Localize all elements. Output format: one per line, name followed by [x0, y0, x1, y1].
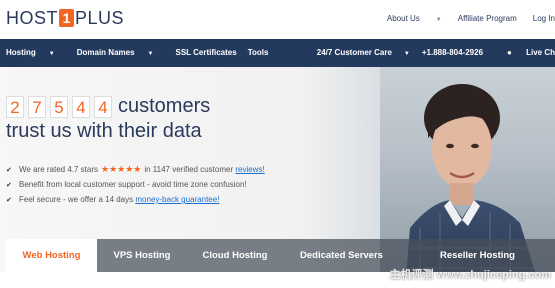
chat-icon: ● [507, 48, 515, 57]
logo-box: 1 [59, 9, 75, 27]
support-text: Benefit from local customer support - av… [19, 180, 247, 189]
top-links: About Us ▼ Affiliate Program Log In [355, 14, 555, 23]
top-bar: HOST 1 PLUS About Us ▼ Affiliate Program … [0, 0, 555, 39]
nav-domains[interactable]: Domain Names ▼ [77, 48, 165, 57]
nav-domains-label: Domain Names [76, 48, 135, 57]
guarantee-text: Feel secure - we offer a 14 days [19, 195, 134, 204]
tab-vps-hosting[interactable]: VPS Hosting [97, 239, 187, 272]
counter-digit: 2 [6, 95, 24, 118]
rating-count-text: in 1147 verified customer [144, 165, 234, 174]
hero-headline-line2: trust us with their data [6, 120, 202, 142]
counter-digit: 5 [50, 95, 68, 118]
hero-headline-word: customers [118, 95, 211, 117]
main-nav: Hosting ▼ Domain Names ▼ SSL Certificates … [0, 39, 555, 67]
benefit-list: ✔ We are rated 4.7 stars ★★★★★ in 1147 v… [6, 162, 265, 207]
logo-text-plus: PLUS [75, 7, 125, 28]
nav-ssl[interactable]: SSL Certificates [175, 48, 236, 57]
chevron-down-icon: ▼ [403, 51, 410, 57]
nav-chat-label: Live Ch [526, 48, 555, 57]
check-icon: ✔ [6, 196, 12, 204]
watermark: 主机评测 www.zhujiceping.com [389, 269, 551, 281]
chevron-down-icon: ▼ [435, 17, 442, 23]
counter-digit: 4 [94, 95, 112, 118]
benefit-support: ✔ Benefit from local customer support - … [6, 177, 265, 192]
customer-counter: 2 7 5 4 4 customers [6, 95, 210, 118]
tab-web-hosting[interactable]: Web Hosting [6, 239, 97, 272]
nav-tools[interactable]: Tools [248, 48, 269, 57]
about-us-label: About Us [386, 14, 420, 23]
reviews-link[interactable]: reviews! [235, 165, 264, 174]
tab-cloud-hosting[interactable]: Cloud Hosting [187, 239, 283, 272]
nav-hosting-label: Hosting [6, 48, 36, 57]
benefit-guarantee: ✔ Feel secure - we offer a 14 days money… [6, 192, 265, 207]
check-icon: ✔ [6, 181, 12, 189]
tab-dedicated-servers[interactable]: Dedicated Servers [283, 239, 400, 272]
star-rating-icon: ★★★★★ [101, 164, 142, 174]
login-link[interactable]: Log In [533, 14, 555, 23]
nav-care-label: 24/7 Customer Care [316, 48, 392, 57]
affiliate-link[interactable]: Affiliate Program [458, 14, 517, 23]
nav-hosting[interactable]: Hosting ▼ [6, 48, 66, 57]
chevron-down-icon: ▼ [147, 51, 154, 57]
about-us-link[interactable]: About Us ▼ [371, 14, 442, 23]
rating-text: We are rated 4.7 stars [19, 165, 98, 174]
nav-phone[interactable]: +1.888-804-2926 [422, 48, 483, 57]
counter-digit: 7 [28, 95, 46, 118]
nav-customer-care[interactable]: 24/7 Customer Care ▼ [305, 48, 410, 57]
logo[interactable]: HOST 1 PLUS [6, 8, 124, 28]
benefit-rating: ✔ We are rated 4.7 stars ★★★★★ in 1147 v… [6, 162, 265, 177]
chevron-down-icon: ▼ [48, 51, 55, 57]
money-back-link[interactable]: money-back guarantee! [135, 195, 219, 204]
check-icon: ✔ [6, 166, 12, 174]
nav-live-chat[interactable]: ● Live Ch [495, 48, 555, 57]
logo-text-host: HOST [6, 7, 59, 28]
counter-digit: 4 [72, 95, 90, 118]
